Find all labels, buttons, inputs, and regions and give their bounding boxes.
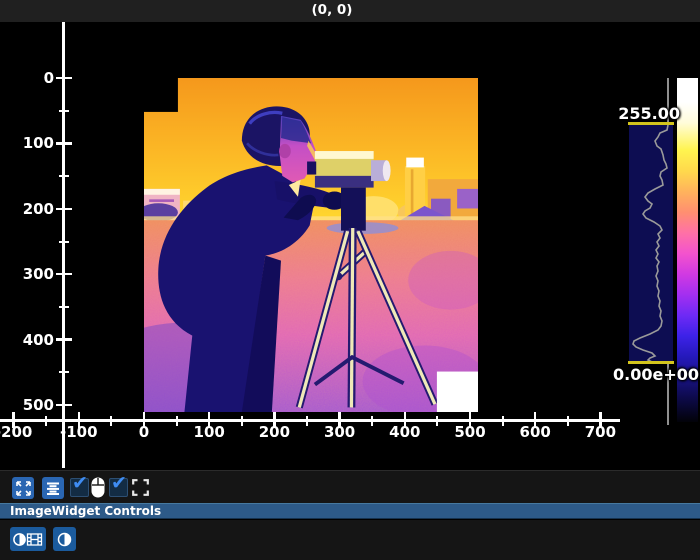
histogram-curve (628, 122, 674, 364)
x-minor-tick (436, 416, 438, 426)
checkmark-icon: ✔ (111, 472, 127, 494)
autoscale-button[interactable] (12, 477, 34, 499)
x-minor-tick (306, 416, 308, 426)
y-major-tick (56, 208, 72, 211)
x-tick-label: 600 (505, 424, 565, 440)
black-square-region (144, 78, 178, 112)
y-minor-tick (59, 110, 69, 112)
y-minor-tick (59, 371, 69, 373)
fullscreen-icon[interactable] (132, 479, 149, 496)
y-tick-label: 100 (0, 135, 54, 151)
y-major-tick (56, 273, 72, 276)
reset-vminvmax-button[interactable] (53, 527, 76, 551)
x-tick-label: 400 (375, 424, 435, 440)
vmin-handle[interactable] (628, 361, 674, 364)
x-minor-tick (45, 416, 47, 426)
x-axis-line (0, 419, 620, 422)
y-major-tick (56, 338, 72, 341)
x-minor-tick (502, 416, 504, 426)
y-minor-tick (59, 306, 69, 308)
x-minor-tick (567, 416, 569, 426)
x-tick-label: -200 (0, 424, 44, 440)
y-minor-tick (59, 241, 69, 243)
y-major-tick (56, 404, 72, 407)
x-tick-label: 0 (114, 424, 174, 440)
y-axis-line (62, 22, 65, 468)
y-tick-label: 500 (0, 397, 54, 413)
y-major-tick (56, 142, 72, 145)
imagewidget-controls-body (0, 520, 700, 560)
checkmark-icon: ✔ (72, 472, 88, 494)
vmax-label: 255.00 (592, 104, 680, 123)
x-minor-tick (241, 416, 243, 426)
y-major-tick (56, 77, 72, 80)
mouse-icon[interactable] (91, 477, 105, 498)
x-tick-label: 700 (570, 424, 630, 440)
x-tick-label: 100 (179, 424, 239, 440)
y-tick-label: 0 (0, 70, 54, 86)
y-minor-tick (59, 175, 69, 177)
plot-toolbar: ✔ ✔ (0, 470, 700, 503)
contrast-circle-icon (57, 532, 72, 547)
x-tick-label: 200 (244, 424, 304, 440)
x-minor-tick (110, 416, 112, 426)
image-widget-window: (0, 0) (0, 0, 700, 560)
panzoom-checkbox[interactable]: ✔ (70, 478, 89, 497)
imagewidget-controls-title: ImageWidget Controls (0, 504, 700, 518)
subplot-title: (0, 0) (312, 2, 353, 18)
y-tick-label: 200 (0, 201, 54, 217)
vmin-label: 0.00e+00 (606, 365, 700, 384)
maintain-aspect-checkbox[interactable]: ✔ (109, 478, 128, 497)
reset-vminvmax-frame-button[interactable] (10, 527, 46, 551)
x-tick-label: 300 (310, 424, 370, 440)
x-tick-label: -100 (49, 424, 109, 440)
imagewidget-controls-header[interactable]: ImageWidget Controls (0, 503, 700, 519)
four-arrows-out-icon (16, 481, 31, 496)
contrast-circle-and-film-strip-icon (13, 532, 43, 547)
y-tick-label: 400 (0, 332, 54, 348)
center-scene-button[interactable] (42, 477, 64, 499)
x-minor-tick (371, 416, 373, 426)
subplot-title-bar: (0, 0) (0, 0, 700, 22)
white-square-region (437, 372, 478, 412)
y-tick-label: 300 (0, 266, 54, 282)
centered-bars-icon (46, 482, 60, 495)
x-tick-label: 500 (440, 424, 500, 440)
x-minor-tick (176, 416, 178, 426)
cameraman-image[interactable] (144, 78, 478, 412)
